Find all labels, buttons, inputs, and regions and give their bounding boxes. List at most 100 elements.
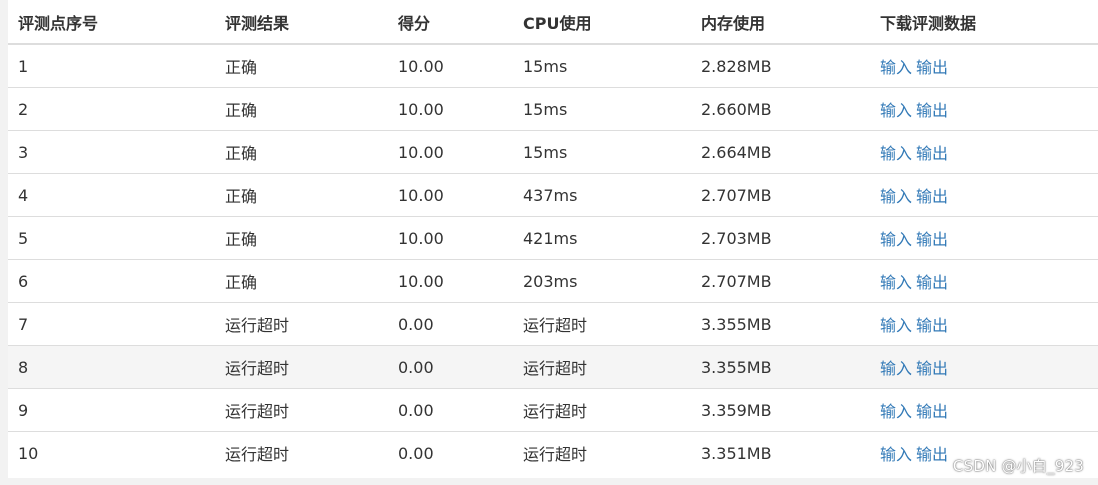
download-output-link[interactable]: 输出: [916, 230, 948, 249]
result-cell: 运行超时: [215, 302, 388, 346]
score-cell: 10.00: [388, 87, 513, 131]
download-links-cell: 输入 输出: [870, 259, 1098, 303]
cpu-usage-cell: 15ms: [513, 130, 691, 174]
download-output-link[interactable]: 输出: [916, 58, 948, 77]
result-cell: 正确: [215, 130, 388, 174]
table-row: 6 正确 10.00 203ms 2.707MB 输入 输出: [8, 259, 1098, 303]
memory-usage-cell: 3.351MB: [691, 431, 870, 474]
table-row: 2 正确 10.00 15ms 2.660MB 输入 输出: [8, 87, 1098, 131]
result-cell: 正确: [225, 58, 258, 77]
memory-usage-cell: 2.707MB: [691, 259, 870, 303]
test-case-number-cell: 1: [18, 56, 29, 76]
memory-usage-cell: 2.660MB: [691, 87, 870, 131]
table-header-row: 评测点序号 评测结果 得分 CPU使用 内存使用 下载评测数据: [8, 0, 1098, 45]
download-output-link[interactable]: 输出: [916, 359, 948, 378]
download-output-link[interactable]: 输出: [916, 273, 948, 292]
header-cpu-usage: CPU使用: [513, 0, 691, 45]
header-score: 得分: [388, 0, 513, 45]
download-output-link[interactable]: 输出: [916, 316, 948, 335]
download-input-link[interactable]: 输入: [880, 101, 912, 120]
table-row: 5 正确 10.00 421ms 2.703MB 输入 输出: [8, 216, 1098, 260]
score-cell: 10.00: [388, 130, 513, 174]
score-cell: 10.00: [398, 56, 444, 76]
score-cell: 0.00: [388, 431, 513, 474]
download-input-link[interactable]: 输入: [880, 402, 912, 421]
cpu-usage-cell: 15ms: [513, 87, 691, 131]
cpu-usage-cell: 421ms: [513, 216, 691, 260]
table-row: 3 正确 10.00 15ms 2.664MB 输入 输出: [8, 130, 1098, 174]
cpu-usage-cell: 15ms: [523, 56, 568, 76]
score-cell: 0.00: [388, 302, 513, 346]
download-output-link[interactable]: 输出: [916, 101, 948, 120]
test-case-number-cell: 4: [8, 173, 215, 217]
test-results-table: 评测点序号 评测结果 得分 CPU使用 内存使用 下载评测数据 1 正确 10.00…: [8, 0, 1098, 474]
table-row: 10 运行超时 0.00 运行超时 3.351MB 输入 输出: [8, 431, 1098, 474]
result-cell: 正确: [215, 173, 388, 217]
cpu-usage-cell: 运行超时: [513, 431, 691, 474]
result-cell: 正确: [215, 87, 388, 131]
download-links-cell: 输入 输出: [870, 216, 1098, 260]
result-cell: 运行超时: [215, 345, 388, 389]
test-case-number-cell: 7: [8, 302, 215, 346]
table-row: 7 运行超时 0.00 运行超时 3.355MB 输入 输出: [8, 302, 1098, 346]
memory-usage-cell: 2.707MB: [691, 173, 870, 217]
csdn-watermark: CSDN @小白_923: [952, 457, 1084, 475]
result-cell: 正确: [215, 216, 388, 260]
table-row: 4 正确 10.00 437ms 2.707MB 输入 输出: [8, 173, 1098, 217]
result-cell: 运行超时: [215, 388, 388, 432]
download-links-cell: 输入 输出: [870, 302, 1098, 346]
result-cell: 正确: [215, 259, 388, 303]
table-body: 1 正确 10.00 15ms 2.828MB 输入 输出 2 正确 10.00 15ms 2.660…: [8, 44, 1098, 474]
memory-usage-cell: 3.355MB: [691, 302, 870, 346]
test-case-number-cell: 8: [8, 345, 215, 389]
cpu-usage-cell: 203ms: [513, 259, 691, 303]
memory-usage-cell: 2.828MB: [701, 56, 772, 76]
score-cell: 0.00: [388, 388, 513, 432]
download-input-link[interactable]: 输入: [880, 58, 912, 77]
score-cell: 0.00: [388, 345, 513, 389]
header-download-data: 下载评测数据: [870, 0, 1098, 45]
download-links-cell: 输入 输出: [870, 173, 1098, 217]
score-cell: 10.00: [388, 173, 513, 217]
download-input-link[interactable]: 输入: [880, 230, 912, 249]
test-case-number-cell: 9: [8, 388, 215, 432]
download-input-link[interactable]: 输入: [880, 316, 912, 335]
memory-usage-cell: 2.703MB: [691, 216, 870, 260]
table-row: 9 运行超时 0.00 运行超时 3.359MB 输入 输出: [8, 388, 1098, 432]
download-output-link[interactable]: 输出: [916, 445, 948, 464]
memory-usage-cell: 3.359MB: [691, 388, 870, 432]
cpu-usage-cell: 运行超时: [513, 302, 691, 346]
header-memory-usage: 内存使用: [691, 0, 870, 45]
download-output-link[interactable]: 输出: [916, 402, 948, 421]
table-row: 1 正确 10.00 15ms 2.828MB 输入 输出: [8, 44, 1098, 88]
download-links-cell: 输入 输出: [870, 87, 1098, 131]
cpu-usage-cell: 437ms: [513, 173, 691, 217]
download-links-cell: 输入 输出: [870, 388, 1098, 432]
download-links-cell: 输入 输出: [870, 130, 1098, 174]
download-input-link[interactable]: 输入: [880, 187, 912, 206]
cpu-usage-cell: 运行超时: [513, 345, 691, 389]
header-test-case-number: 评测点序号: [8, 0, 215, 45]
table-row: 8 运行超时 0.00 运行超时 3.355MB 输入 输出: [8, 345, 1098, 389]
score-cell: 10.00: [388, 216, 513, 260]
result-cell: 运行超时: [215, 431, 388, 474]
test-case-number-cell: 5: [8, 216, 215, 260]
download-links-cell: 输入 输出: [870, 44, 1098, 88]
download-links-cell: 输入 输出: [870, 345, 1098, 389]
test-case-number-cell: 2: [8, 87, 215, 131]
download-input-link[interactable]: 输入: [880, 273, 912, 292]
download-input-link[interactable]: 输入: [880, 445, 912, 464]
download-output-link[interactable]: 输出: [916, 187, 948, 206]
memory-usage-cell: 2.664MB: [691, 130, 870, 174]
test-case-number-cell: 6: [8, 259, 215, 303]
download-input-link[interactable]: 输入: [880, 144, 912, 163]
test-case-number-cell: 3: [8, 130, 215, 174]
score-cell: 10.00: [388, 259, 513, 303]
memory-usage-cell: 3.355MB: [691, 345, 870, 389]
test-case-number-cell: 10: [8, 431, 215, 474]
header-result: 评测结果: [215, 0, 388, 45]
results-panel: 评测点序号 评测结果 得分 CPU使用 内存使用 下载评测数据 1 正确 10.00…: [8, 0, 1098, 478]
cpu-usage-cell: 运行超时: [513, 388, 691, 432]
download-input-link[interactable]: 输入: [880, 359, 912, 378]
download-output-link[interactable]: 输出: [916, 144, 948, 163]
